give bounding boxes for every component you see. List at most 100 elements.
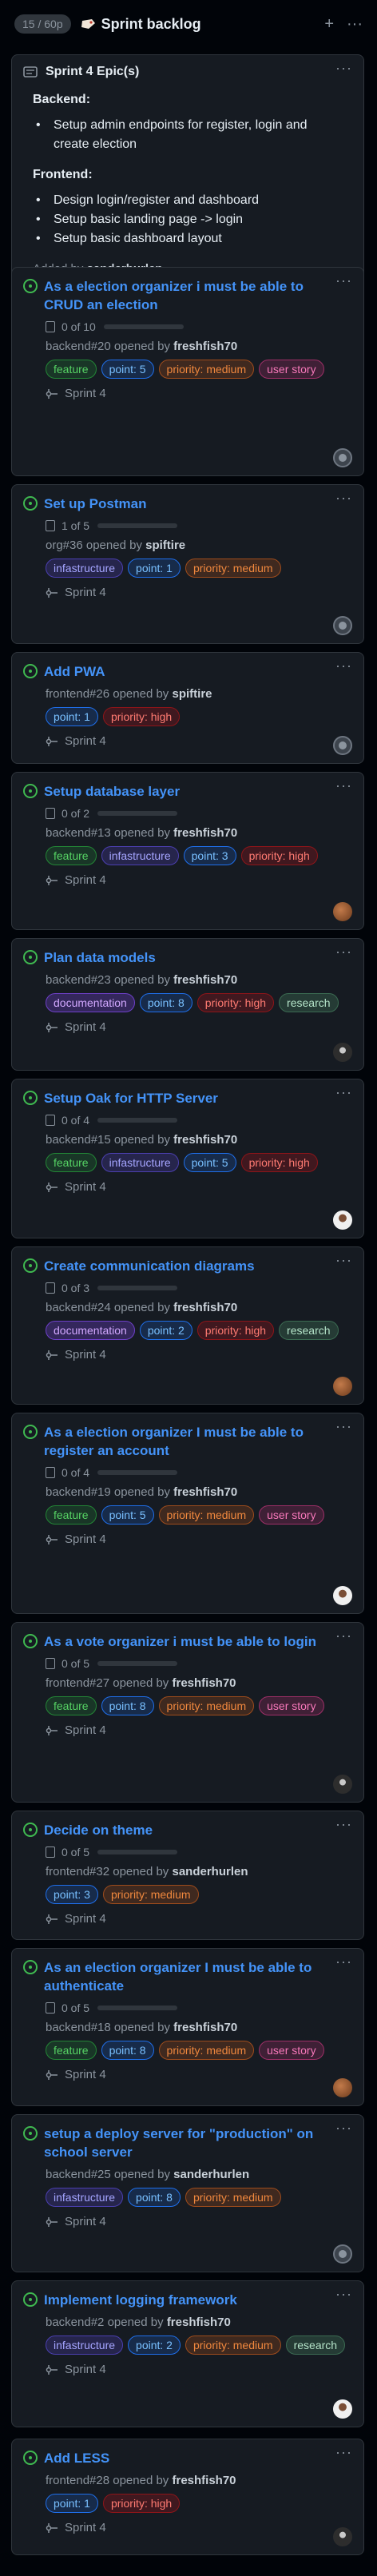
issue-author[interactable]: freshfish70	[173, 1301, 237, 1314]
label-high[interactable]: priority: high	[102, 2494, 181, 2513]
issue-title-text[interactable]: setup a deploy server for "production" o…	[44, 2125, 320, 2161]
label-doc[interactable]: documentation	[46, 1321, 135, 1340]
issue-author[interactable]: freshfish70	[172, 1676, 236, 1690]
issue-title-text[interactable]: As a election organizer i must be able t…	[44, 277, 320, 314]
issue-reference[interactable]: org#36 opened by	[46, 539, 142, 552]
label-research[interactable]: research	[285, 2335, 346, 2355]
issue-card[interactable]: ··· Plan data models backend#23 opened by …	[11, 938, 364, 1071]
card-menu-button[interactable]: ···	[335, 944, 352, 960]
label-story[interactable]: user story	[259, 2041, 324, 2060]
issue-reference[interactable]: frontend#27 opened by	[46, 1676, 169, 1690]
assignee-avatar[interactable]	[333, 1043, 352, 1062]
assignee-avatar[interactable]	[333, 2244, 352, 2264]
issue-card[interactable]: ··· Add PWA frontend#26 opened by spiftire…	[11, 652, 364, 764]
label-medium[interactable]: priority: medium	[158, 2041, 255, 2060]
issue-author[interactable]: sanderhurlen	[173, 2168, 249, 2181]
card-menu-button[interactable]: ···	[335, 658, 352, 674]
issue-author[interactable]: freshfish70	[173, 340, 237, 353]
label-point[interactable]: point: 8	[101, 1696, 154, 1715]
card-menu-button[interactable]: ···	[335, 2286, 352, 2303]
label-high[interactable]: priority: high	[102, 707, 181, 726]
label-doc[interactable]: documentation	[46, 993, 135, 1012]
label-medium[interactable]: priority: medium	[158, 1696, 255, 1715]
label-medium[interactable]: priority: medium	[158, 1505, 255, 1525]
assignee-avatar[interactable]	[333, 1210, 352, 1230]
issue-title[interactable]: Add LESS	[23, 2449, 352, 2467]
label-point[interactable]: point: 5	[101, 1505, 154, 1525]
issue-reference[interactable]: backend#20 opened by	[46, 340, 170, 353]
sprint-field[interactable]: Sprint 4	[23, 1020, 352, 1034]
issue-title[interactable]: As a election organizer i must be able t…	[23, 277, 352, 314]
sprint-field[interactable]: Sprint 4	[23, 2363, 352, 2376]
issue-title-text[interactable]: Add PWA	[44, 662, 105, 681]
issue-reference[interactable]: frontend#28 opened by	[46, 2474, 169, 2487]
label-point[interactable]: point: 2	[139, 1321, 192, 1340]
card-menu-button[interactable]: ···	[335, 777, 352, 794]
label-point[interactable]: point: 1	[46, 2494, 98, 2513]
label-medium[interactable]: priority: medium	[158, 360, 255, 379]
card-menu-button[interactable]: ···	[335, 272, 352, 289]
issue-title[interactable]: Set up Postman	[23, 495, 352, 513]
sprint-field[interactable]: Sprint 4	[23, 387, 352, 400]
issue-author[interactable]: spiftire	[145, 539, 185, 552]
label-point[interactable]: point: 5	[101, 360, 154, 379]
sprint-field[interactable]: Sprint 4	[23, 1912, 352, 1926]
label-point[interactable]: point: 3	[46, 1885, 98, 1904]
label-feature[interactable]: feature	[46, 1505, 97, 1525]
issue-reference[interactable]: backend#25 opened by	[46, 2168, 170, 2181]
card-menu-button[interactable]: ···	[335, 1252, 352, 1269]
issue-title[interactable]: setup a deploy server for "production" o…	[23, 2125, 352, 2161]
issue-title[interactable]: As an election organizer I must be able …	[23, 1958, 352, 1995]
label-story[interactable]: user story	[259, 1505, 324, 1525]
label-point[interactable]: point: 2	[128, 2335, 181, 2355]
issue-title[interactable]: Plan data models	[23, 948, 352, 967]
issue-reference[interactable]: backend#23 opened by	[46, 973, 170, 987]
label-high[interactable]: priority: high	[240, 1153, 318, 1172]
assignee-avatar[interactable]	[333, 1377, 352, 1396]
label-high[interactable]: priority: high	[196, 1321, 275, 1340]
label-infra[interactable]: infastructure	[101, 1153, 179, 1172]
label-medium[interactable]: priority: medium	[102, 1885, 199, 1904]
issue-reference[interactable]: backend#15 opened by	[46, 1133, 170, 1147]
label-infra[interactable]: infastructure	[46, 2335, 124, 2355]
column-menu-button[interactable]: ···	[347, 15, 363, 34]
issue-card[interactable]: ··· Create communication diagrams 0 of 3 ba…	[11, 1246, 364, 1405]
label-infra[interactable]: infastructure	[101, 846, 179, 865]
label-point[interactable]: point: 8	[139, 993, 192, 1012]
card-menu-button[interactable]: ···	[335, 1418, 352, 1435]
label-medium[interactable]: priority: medium	[185, 559, 281, 578]
issue-card[interactable]: ··· As a election organizer I must be abl…	[11, 1413, 364, 1614]
card-menu-button[interactable]: ···	[335, 2444, 352, 2461]
label-infra[interactable]: infastructure	[46, 2188, 124, 2207]
issue-title-text[interactable]: Setup database layer	[44, 782, 180, 801]
issue-title[interactable]: As a election organizer I must be able t…	[23, 1423, 352, 1460]
assignee-avatar[interactable]	[333, 902, 352, 921]
issue-author[interactable]: freshfish70	[173, 1485, 237, 1499]
sprint-field[interactable]: Sprint 4	[23, 1532, 352, 1546]
issue-card[interactable]: ··· Set up Postman 1 of 5 org#36 opened by …	[11, 484, 364, 644]
issue-card[interactable]: ··· Setup database layer 0 of 2 backend#13 …	[11, 772, 364, 930]
assignee-avatar[interactable]	[333, 2078, 352, 2097]
assignee-avatar[interactable]	[333, 736, 352, 755]
issue-title[interactable]: Implement logging framework	[23, 2291, 352, 2309]
card-menu-button[interactable]: ···	[335, 1816, 352, 1833]
label-feature[interactable]: feature	[46, 1696, 97, 1715]
label-high[interactable]: priority: high	[240, 846, 318, 865]
issue-reference[interactable]: backend#18 opened by	[46, 2021, 170, 2034]
issue-reference[interactable]: backend#2 opened by	[46, 2316, 164, 2329]
issue-author[interactable]: freshfish70	[167, 2316, 231, 2329]
issue-card[interactable]: ··· As a vote organizer i must be able to…	[11, 1622, 364, 1803]
label-medium[interactable]: priority: medium	[185, 2335, 281, 2355]
issue-title-text[interactable]: Set up Postman	[44, 495, 146, 513]
issue-title[interactable]: Add PWA	[23, 662, 352, 681]
add-card-button[interactable]: +	[324, 15, 334, 34]
issue-card[interactable]: ··· Implement logging framework backend#2 …	[11, 2280, 364, 2427]
sprint-field[interactable]: Sprint 4	[23, 1723, 352, 1737]
issue-title-text[interactable]: Create communication diagrams	[44, 1257, 255, 1275]
assignee-avatar[interactable]	[333, 1586, 352, 1605]
issue-title[interactable]: Setup Oak for HTTP Server	[23, 1089, 352, 1107]
label-feature[interactable]: feature	[46, 2041, 97, 2060]
sprint-field[interactable]: Sprint 4	[23, 1348, 352, 1362]
card-menu-button[interactable]: ···	[335, 1084, 352, 1101]
issue-card[interactable]: ··· Setup Oak for HTTP Server 0 of 4 backen…	[11, 1079, 364, 1238]
